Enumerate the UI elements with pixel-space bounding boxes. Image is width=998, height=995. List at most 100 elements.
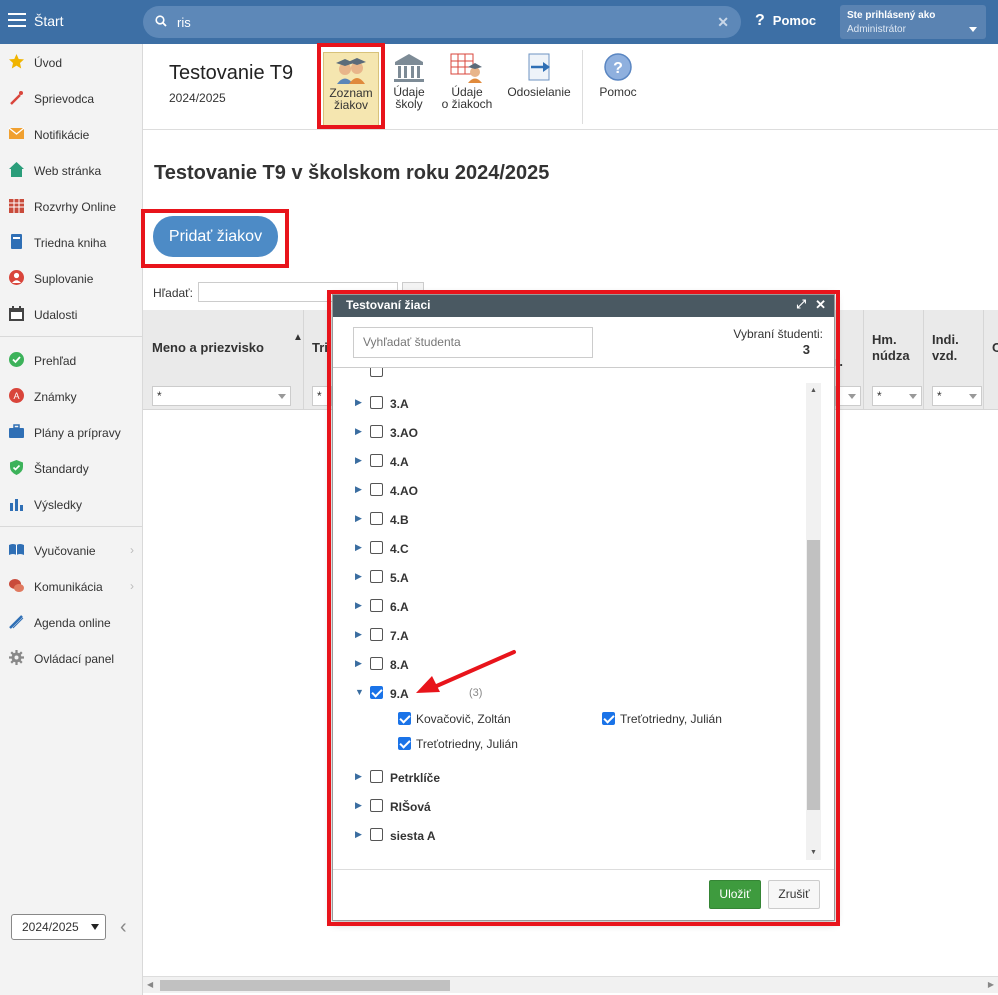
- gear-icon: [9, 650, 24, 665]
- sidebar-item-label: Výsledky: [34, 498, 83, 512]
- sidebar-item-ovladaci-panel[interactable]: Ovládací panel: [0, 643, 142, 673]
- sidebar-divider: [0, 336, 142, 337]
- highlight-box-zoznam: [317, 43, 385, 129]
- check-circle-icon: [9, 352, 24, 367]
- sidebar-item-rozvrhy[interactable]: Rozvrhy Online: [0, 191, 142, 221]
- calendar-icon: [9, 306, 24, 321]
- global-search-input[interactable]: ris ✕: [143, 6, 741, 38]
- toolbar-separator: [582, 50, 583, 124]
- sidebar-item-label: Komunikácia: [34, 580, 103, 594]
- sidebar-item-label: Udalosti: [34, 308, 78, 322]
- column-header[interactable]: Hm.: [872, 332, 897, 347]
- sidebar-item-label: Plány a prípravy: [34, 426, 121, 440]
- page-title: Testovanie T9: [169, 62, 294, 84]
- help-label: Pomoc: [772, 13, 817, 28]
- find-label: Hľadať:: [153, 286, 194, 300]
- help-button[interactable]: ? Pomoc: [755, 12, 816, 30]
- sidebar-item-sprievodca[interactable]: Sprievodca: [0, 83, 142, 113]
- tool-udaje-skoly[interactable]: Údaje školy: [389, 52, 429, 126]
- user-menu[interactable]: Ste prihlásený ako Administrátor: [840, 5, 986, 39]
- sidebar-item-notifikacie[interactable]: Notifikácie: [0, 119, 142, 149]
- page-subtitle: 2024/2025: [169, 91, 226, 105]
- chat-icon: [9, 579, 24, 592]
- start-link[interactable]: Štart: [34, 13, 64, 29]
- svg-text:?: ?: [613, 60, 623, 77]
- school-year-value: 2024/2025: [22, 920, 79, 934]
- calendar-grid-icon: [9, 199, 24, 213]
- school-year-select[interactable]: 2024/2025: [11, 914, 106, 940]
- filter-name[interactable]: *: [152, 386, 291, 406]
- sidebar-item-prehlad[interactable]: Prehľad: [0, 345, 142, 375]
- column-header-line2: vzd.: [932, 348, 958, 363]
- chevron-down-icon: [91, 924, 99, 930]
- help-circle-icon: ?: [604, 53, 632, 81]
- filter-value: *: [317, 389, 322, 403]
- filter-value: *: [157, 389, 162, 403]
- tool-pomoc[interactable]: ? Pomoc: [595, 52, 641, 126]
- highlight-box-add: [141, 209, 289, 268]
- sidebar-item-label: Sprievodca: [34, 92, 95, 106]
- book-icon: [11, 234, 22, 249]
- send-export-icon: [528, 53, 550, 81]
- sidebar-item-uvod[interactable]: Úvod: [0, 47, 142, 77]
- open-book-icon: [9, 544, 24, 555]
- clear-search-icon[interactable]: ✕: [717, 14, 729, 31]
- sidebar-item-label: Web stránka: [34, 164, 102, 178]
- home-icon: [9, 162, 24, 177]
- chevron-right-icon: ›: [130, 579, 134, 593]
- sidebar-item-label: Triedna kniha: [34, 236, 107, 250]
- tool-label: školy: [395, 97, 423, 111]
- sidebar-item-label: Známky: [34, 390, 77, 404]
- scroll-right-icon[interactable]: ▶: [988, 980, 994, 989]
- sidebar-item-suplovanie[interactable]: Suplovanie: [0, 263, 142, 293]
- sidebar-item-label: Notifikácie: [34, 128, 90, 142]
- scroll-left-icon[interactable]: ◀: [147, 980, 153, 989]
- svg-text:A: A: [13, 391, 19, 401]
- scrollbar-thumb[interactable]: [160, 980, 450, 991]
- tool-udaje-o-ziakoch[interactable]: Údaje o žiakoch: [439, 52, 495, 126]
- pen-icon: [9, 615, 24, 629]
- highlight-box-dialog: [327, 290, 840, 926]
- column-header[interactable]: Meno a priezvisko: [152, 340, 264, 355]
- sidebar-item-standardy[interactable]: Štandardy: [0, 453, 142, 483]
- filter-hm-nudza[interactable]: *: [872, 386, 922, 406]
- tool-odosielanie[interactable]: Odosielanie: [505, 52, 573, 126]
- column-separator: [923, 310, 924, 410]
- collapse-sidebar-icon[interactable]: ‹: [120, 916, 127, 939]
- sidebar-item-agenda[interactable]: Agenda online: [0, 607, 142, 637]
- horizontal-scrollbar[interactable]: ◀ ▶: [143, 976, 998, 993]
- bar-chart-icon: [10, 499, 23, 511]
- question-icon: ?: [755, 12, 765, 29]
- column-header[interactable]: Indi.: [932, 332, 959, 347]
- user-line1: Ste prihlásený ako: [847, 10, 936, 21]
- hamburger-menu-icon[interactable]: [8, 13, 26, 27]
- sidebar-item-label: Rozvrhy Online: [34, 200, 117, 214]
- column-separator: [983, 310, 984, 410]
- shield-check-icon: [10, 460, 23, 475]
- star-icon: [9, 54, 24, 69]
- tool-label: Pomoc: [599, 85, 637, 99]
- sidebar-item-udalosti[interactable]: Udalosti: [0, 299, 142, 329]
- briefcase-icon: [9, 424, 24, 438]
- filter-indi-vzd[interactable]: *: [932, 386, 982, 406]
- sidebar-item-web[interactable]: Web stránka: [0, 155, 142, 185]
- student-data-grid-icon: [450, 53, 482, 83]
- column-header[interactable]: O: [992, 340, 998, 355]
- magic-wand-icon: [10, 91, 23, 105]
- sidebar-item-label: Štandardy: [34, 462, 89, 476]
- chevron-down-icon: [969, 27, 977, 32]
- sidebar-item-label: Ovládací panel: [34, 652, 115, 666]
- sidebar-item-plany[interactable]: Plány a prípravy: [0, 417, 142, 447]
- sidebar-item-label: Prehľad: [34, 354, 77, 368]
- sidebar-item-vysledky[interactable]: Výsledky: [0, 489, 142, 519]
- chevron-right-icon: ›: [130, 543, 134, 557]
- column-separator: [863, 310, 864, 410]
- sidebar-item-znamky[interactable]: A Známky: [0, 381, 142, 411]
- sort-asc-icon[interactable]: ▲: [293, 332, 303, 343]
- sidebar-item-komunikacia[interactable]: Komunikácia ›: [0, 571, 142, 601]
- search-icon: [155, 15, 167, 27]
- user-role: Administrátor: [847, 24, 906, 35]
- column-header[interactable]: Tri: [312, 340, 328, 355]
- sidebar-item-vyucovanie[interactable]: Vyučovanie ›: [0, 535, 142, 565]
- sidebar-item-triedna-kniha[interactable]: Triedna kniha: [0, 227, 142, 257]
